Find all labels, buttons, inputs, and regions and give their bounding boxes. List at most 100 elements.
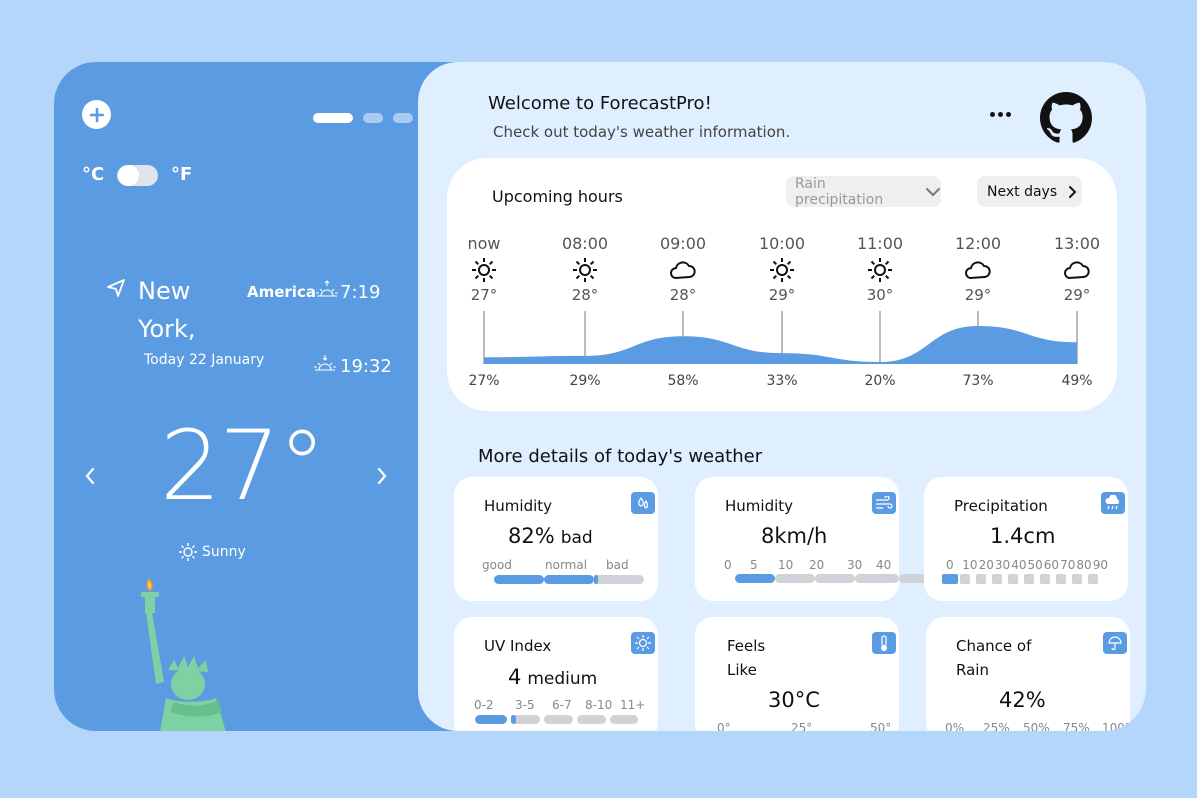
scale-tick: 20 bbox=[978, 558, 994, 572]
toggle-knob bbox=[118, 165, 139, 186]
scale-tick: 25° bbox=[791, 721, 813, 731]
wind-card[interactable]: Humidity 8km/h 0 5 10 20 30 40 bbox=[695, 477, 899, 601]
scale-tick: 100% bbox=[1102, 721, 1130, 731]
app-window: °C °F New York, America 7:19 Today 22 Ja… bbox=[54, 62, 1146, 731]
sun-icon bbox=[747, 256, 817, 284]
uv-value: 4 medium bbox=[508, 665, 598, 689]
hour-temperature: 29° bbox=[964, 286, 992, 304]
location-arrow-icon bbox=[107, 279, 125, 297]
precipitation-area bbox=[484, 326, 1077, 364]
scale-segment bbox=[577, 715, 606, 724]
statue-of-liberty-illustration bbox=[141, 578, 226, 731]
page-indicator[interactable] bbox=[363, 113, 383, 123]
scale-tick: 3-5 bbox=[515, 698, 535, 712]
add-location-button[interactable] bbox=[82, 100, 111, 129]
scale-tick: 8-10 bbox=[585, 698, 613, 712]
hour-time: 10:00 bbox=[758, 234, 806, 253]
humidity-value: 82% bad bbox=[508, 524, 593, 548]
wind-value: 8km/h bbox=[761, 524, 828, 548]
hour-temperature: 30° bbox=[866, 286, 894, 304]
feels-like-card[interactable]: Feels Like 30°C 0° 25° 50° bbox=[695, 617, 899, 731]
scale-square bbox=[1024, 574, 1034, 584]
scale-tick: 0° bbox=[717, 721, 731, 731]
scale-label: normal bbox=[545, 558, 588, 572]
precipitation-card[interactable]: Precipitation 1.4cm 0 10 20 30 40 50 60 70 80 90 bbox=[924, 477, 1128, 601]
hour-column: 09:00 28° bbox=[648, 234, 718, 304]
details-section-title: More details of today's weather bbox=[478, 446, 763, 467]
level-marker bbox=[511, 715, 516, 724]
scale-square bbox=[976, 574, 986, 584]
sun-icon bbox=[845, 256, 915, 284]
precipitation-label: 27% bbox=[468, 373, 500, 389]
scale-tick: 0 bbox=[946, 558, 954, 572]
hour-column: 11:00 30° bbox=[845, 234, 915, 304]
current-temperature: 27° bbox=[160, 410, 326, 522]
scale-tick: 40 bbox=[1011, 558, 1027, 572]
precipitation-label: 20% bbox=[864, 373, 896, 389]
umbrella-icon bbox=[1103, 632, 1127, 654]
sunset-icon bbox=[314, 355, 336, 371]
hour-column: now 27° bbox=[449, 234, 519, 304]
current-weather-panel: °C °F New York, America 7:19 Today 22 Ja… bbox=[54, 62, 474, 731]
sun-icon bbox=[550, 256, 620, 284]
scale-segment bbox=[544, 575, 594, 584]
scale-segment bbox=[775, 574, 815, 583]
upcoming-hours-card: Upcoming hours Rain precipitation Next d… bbox=[447, 158, 1117, 411]
precipitation-label: 58% bbox=[667, 373, 699, 389]
scale-square bbox=[1088, 574, 1098, 584]
date-label: Today 22 January bbox=[144, 352, 265, 368]
rain-cloud-icon bbox=[1101, 492, 1125, 514]
hour-column: 08:00 28° bbox=[550, 234, 620, 304]
precipitation-label: 73% bbox=[962, 373, 994, 389]
scale-square bbox=[1056, 574, 1066, 584]
chevron-right-icon[interactable] bbox=[376, 466, 388, 486]
scale-segment bbox=[855, 574, 899, 583]
uv-index-card[interactable]: UV Index 4 medium 0-2 3-5 6-7 8-10 11+ bbox=[454, 617, 658, 731]
card-title: Feels Like bbox=[727, 637, 766, 679]
hour-temperature: 29° bbox=[1063, 286, 1091, 304]
scale-tick: 70 bbox=[1060, 558, 1076, 572]
more-options-button[interactable] bbox=[990, 112, 1011, 117]
card-title: Humidity bbox=[484, 497, 553, 515]
page-subtitle: Check out today's weather information. bbox=[493, 123, 791, 141]
chance-of-rain-card[interactable]: Chance ofRain 42% 0% 25% 50% 75% 100% bbox=[926, 617, 1130, 731]
celsius-label: °C bbox=[82, 164, 105, 185]
precipitation-label: 49% bbox=[1061, 373, 1093, 389]
scale-square bbox=[992, 574, 1002, 584]
cloud-icon bbox=[1042, 256, 1112, 284]
scale-tick: 6-7 bbox=[552, 698, 572, 712]
sun-icon bbox=[449, 256, 519, 284]
page-indicator-active[interactable] bbox=[313, 113, 353, 123]
cloud-icon bbox=[943, 256, 1013, 284]
thermometer-icon bbox=[872, 632, 896, 654]
hour-time: 12:00 bbox=[954, 234, 1002, 253]
page-indicator[interactable] bbox=[393, 113, 413, 123]
sunset-time: 19:32 bbox=[340, 356, 392, 377]
city-name: New York, bbox=[138, 277, 196, 343]
scale-square bbox=[942, 574, 958, 584]
scale-tick: 30 bbox=[994, 558, 1011, 572]
hour-temperature: 29° bbox=[768, 286, 796, 304]
rain-chance-value: 42% bbox=[999, 688, 1046, 712]
scale-segment bbox=[815, 574, 855, 583]
scale-label: good bbox=[482, 558, 512, 572]
unit-toggle[interactable] bbox=[117, 165, 158, 186]
level-marker bbox=[594, 575, 598, 584]
chevron-left-icon[interactable] bbox=[84, 466, 96, 486]
scale-tick: 25% bbox=[983, 721, 1010, 731]
scale-tick: 0 bbox=[724, 558, 732, 572]
hour-time: 09:00 bbox=[659, 234, 707, 253]
sunrise-time: 7:19 bbox=[340, 282, 381, 303]
precipitation-value: 1.4cm bbox=[990, 524, 1056, 548]
fahrenheit-label: °F bbox=[171, 164, 193, 185]
scale-tick: 50 bbox=[1027, 558, 1043, 572]
scale-segment bbox=[594, 575, 644, 584]
github-icon[interactable] bbox=[1040, 92, 1092, 144]
hour-column: 12:00 29° bbox=[943, 234, 1013, 304]
cloud-icon bbox=[648, 256, 718, 284]
scale-segment bbox=[475, 715, 507, 724]
hour-time: 11:00 bbox=[856, 234, 904, 253]
hour-column: 10:00 29° bbox=[747, 234, 817, 304]
humidity-card[interactable]: Humidity 82% bad good normal bad bbox=[454, 477, 658, 601]
scale-segment bbox=[494, 575, 544, 584]
